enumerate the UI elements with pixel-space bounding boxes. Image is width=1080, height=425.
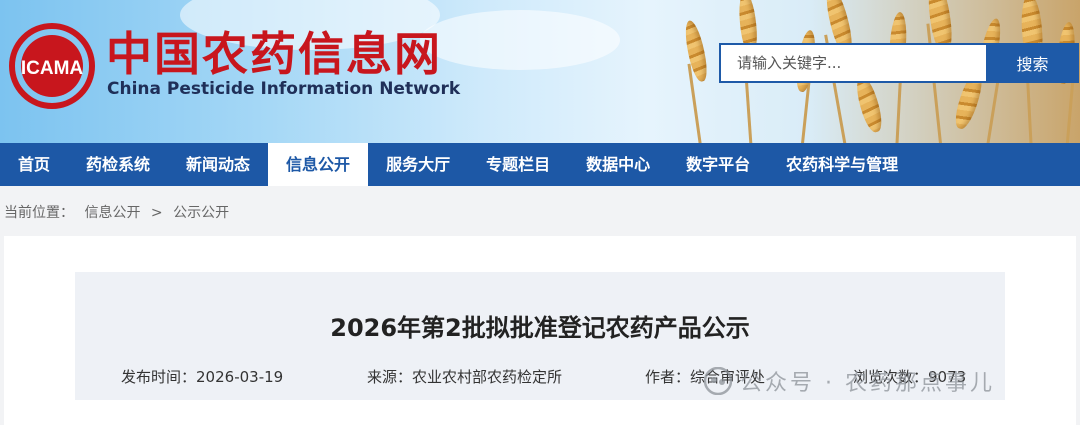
- publish-time: 发布时间：2026-03-19: [121, 366, 283, 387]
- author-label: 作者：: [645, 368, 691, 386]
- publish-time-label: 发布时间：: [121, 368, 197, 386]
- nav-item-digital-platform[interactable]: 数字平台: [668, 143, 768, 186]
- search-box: 搜索: [719, 43, 1079, 83]
- source-label: 来源：: [367, 368, 413, 386]
- breadcrumb-prefix: 当前位置：: [4, 205, 74, 221]
- site-title: 中国农药信息网: [106, 27, 442, 81]
- breadcrumb-item-public-notice[interactable]: 公示公开: [173, 205, 229, 221]
- wechat-watermark: 公众号 · 农药那点事儿: [704, 364, 995, 398]
- cloud-decoration: [420, 10, 620, 70]
- nav-item-info-disclosure[interactable]: 信息公开: [268, 143, 369, 186]
- source-value: 农业农村部农药检定所: [412, 368, 563, 386]
- nav-item-special-topics[interactable]: 专题栏目: [468, 143, 568, 186]
- nav-item-service-hall[interactable]: 服务大厅: [368, 143, 468, 186]
- nav-item-data-center[interactable]: 数据中心: [568, 143, 668, 186]
- nav-item-inspection-system[interactable]: 药检系统: [68, 143, 168, 186]
- site-subtitle: China Pesticide Information Network: [107, 79, 461, 99]
- logo-text: ICAMA: [21, 58, 84, 79]
- publish-time-value: 2026-03-19: [196, 368, 284, 386]
- nav-item-news[interactable]: 新闻动态: [168, 143, 268, 186]
- article-title: 2026年第2批拟批准登记农药产品公示: [330, 314, 750, 342]
- main-nav: 首页 药检系统 新闻动态 信息公开 服务大厅 专题栏目 数据中心 数字平台 农药…: [0, 143, 1080, 186]
- site-header: ICAMA 中国农药信息网 China Pesticide Informatio…: [0, 0, 1080, 143]
- breadcrumb-separator: >: [150, 205, 163, 221]
- wechat-icon: [704, 367, 732, 395]
- search-input[interactable]: [719, 43, 986, 83]
- nav-item-home[interactable]: 首页: [0, 143, 68, 186]
- article-source: 来源：农业农村部农药检定所: [367, 366, 562, 387]
- icama-logo: ICAMA: [9, 23, 95, 109]
- nav-item-pesticide-science[interactable]: 农药科学与管理: [768, 143, 916, 186]
- search-button[interactable]: 搜索: [986, 43, 1079, 83]
- watermark-text: 公众号 · 农药那点事儿: [740, 371, 995, 396]
- breadcrumb: 当前位置： 信息公开 > 公示公开: [4, 202, 235, 222]
- breadcrumb-item-info-disclosure[interactable]: 信息公开: [84, 205, 140, 221]
